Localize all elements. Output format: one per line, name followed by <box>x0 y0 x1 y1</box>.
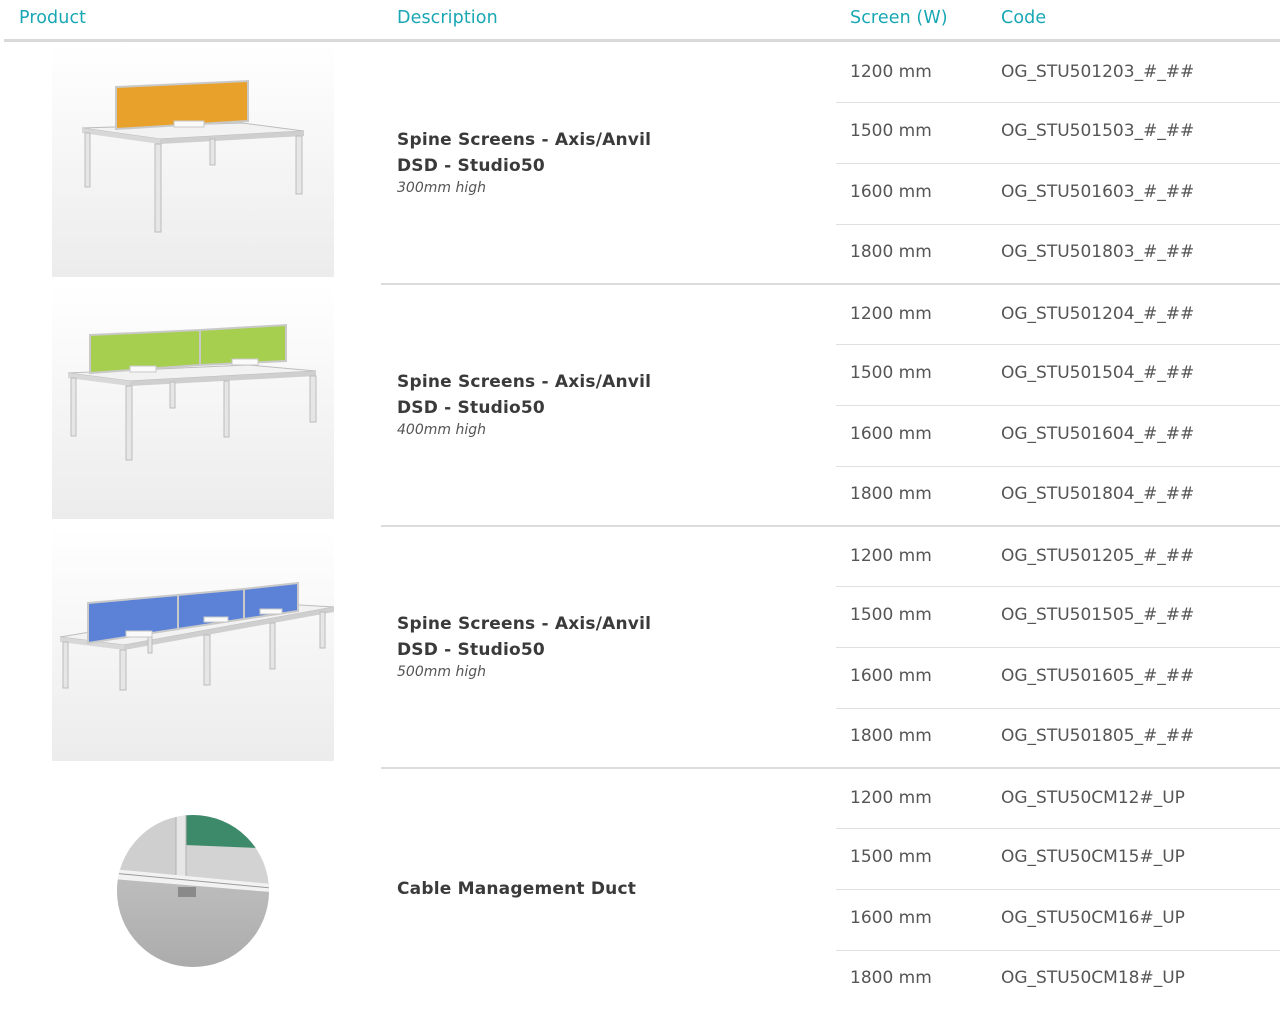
screen-width-cell: 1800 mm <box>850 484 932 504</box>
table-row: 1200 mm OG_STU501205_#_## <box>836 528 1280 588</box>
product-title-line1: Spine Screens - Axis/Anvil <box>397 372 652 392</box>
header-description: Description <box>397 8 498 28</box>
table-row: 1500 mm OG_STU50CM15#_UP <box>836 829 1280 889</box>
table-row: 1600 mm OG_STU501603_#_## <box>836 164 1280 224</box>
cable-duct-closeup-image <box>52 769 334 1003</box>
product-description: Spine Screens - Axis/Anvil DSD - Studio5… <box>397 369 817 439</box>
table-row: 1500 mm OG_STU501504_#_## <box>836 345 1280 405</box>
table-header: Product Description Screen (W) Code <box>0 0 1280 40</box>
table-row: 1600 mm OG_STU501604_#_## <box>836 406 1280 466</box>
screen-width-cell: 1800 mm <box>850 242 932 262</box>
code-cell: OG_STU501503_#_## <box>1001 121 1195 141</box>
header-code: Code <box>1001 8 1047 28</box>
product-description: Cable Management Duct <box>397 876 817 902</box>
code-cell: OG_STU501603_#_## <box>1001 182 1195 202</box>
code-cell: OG_STU501804_#_## <box>1001 484 1195 504</box>
product-title-line2: DSD - Studio50 <box>397 640 545 660</box>
table-row: 1500 mm OG_STU501503_#_## <box>836 103 1280 163</box>
table-row: 1800 mm OG_STU50CM18#_UP <box>836 950 1280 1010</box>
screen-width-cell: 1600 mm <box>850 424 932 444</box>
code-cell: OG_STU501504_#_## <box>1001 363 1195 383</box>
screen-width-cell: 1200 mm <box>850 546 932 566</box>
screen-width-cell: 1500 mm <box>850 121 932 141</box>
code-cell: OG_STU50CM16#_UP <box>1001 908 1185 928</box>
product-group: Spine Screens - Axis/Anvil DSD - Studio5… <box>0 527 1280 769</box>
code-cell: OG_STU501803_#_## <box>1001 242 1195 262</box>
screen-width-cell: 1500 mm <box>850 847 932 867</box>
product-description: Spine Screens - Axis/Anvil DSD - Studio5… <box>397 611 817 681</box>
screen-width-cell: 1500 mm <box>850 363 932 383</box>
product-description: Spine Screens - Axis/Anvil DSD - Studio5… <box>397 127 817 197</box>
product-height: 300mm high <box>397 180 486 196</box>
product-height: 400mm high <box>397 422 486 438</box>
desk-blue-screen-image <box>52 527 334 761</box>
screen-width-cell: 1600 mm <box>850 666 932 686</box>
code-cell: OG_STU501805_#_## <box>1001 726 1195 746</box>
header-divider <box>4 39 1280 42</box>
table-row: 1500 mm OG_STU501505_#_## <box>836 587 1280 647</box>
table-row: 1600 mm OG_STU50CM16#_UP <box>836 890 1280 950</box>
product-height: 500mm high <box>397 664 486 680</box>
code-cell: OG_STU501604_#_## <box>1001 424 1195 444</box>
table-row: 1800 mm OG_STU501805_#_## <box>836 708 1280 768</box>
code-cell: OG_STU501505_#_## <box>1001 605 1195 625</box>
table-row: 1200 mm OG_STU501203_#_## <box>836 44 1280 104</box>
code-cell: OG_STU501605_#_## <box>1001 666 1195 686</box>
table-row: 1200 mm OG_STU501204_#_## <box>836 286 1280 346</box>
screen-width-cell: 1800 mm <box>850 726 932 746</box>
screen-width-cell: 1500 mm <box>850 605 932 625</box>
table-row: 1800 mm OG_STU501804_#_## <box>836 466 1280 526</box>
product-title-line1: Spine Screens - Axis/Anvil <box>397 614 652 634</box>
screen-width-cell: 1800 mm <box>850 968 932 988</box>
code-cell: OG_STU501205_#_## <box>1001 546 1195 566</box>
screen-width-cell: 1200 mm <box>850 788 932 808</box>
desk-orange-screen-image <box>52 43 334 277</box>
screen-width-cell: 1200 mm <box>850 62 932 82</box>
product-title-line2: DSD - Studio50 <box>397 156 545 176</box>
table-row: 1600 mm OG_STU501605_#_## <box>836 648 1280 708</box>
table-row: 1800 mm OG_STU501803_#_## <box>836 224 1280 284</box>
code-cell: OG_STU501203_#_## <box>1001 62 1195 82</box>
code-cell: OG_STU50CM12#_UP <box>1001 788 1185 808</box>
product-title-line1: Spine Screens - Axis/Anvil <box>397 130 652 150</box>
product-group: Spine Screens - Axis/Anvil DSD - Studio5… <box>0 43 1280 285</box>
screen-width-cell: 1600 mm <box>850 182 932 202</box>
header-product: Product <box>19 8 87 28</box>
product-group: Cable Management Duct 1200 mm OG_STU50CM… <box>0 769 1280 1003</box>
code-cell: OG_STU50CM18#_UP <box>1001 968 1185 988</box>
table-row: 1200 mm OG_STU50CM12#_UP <box>836 770 1280 830</box>
product-group: Spine Screens - Axis/Anvil DSD - Studio5… <box>0 285 1280 527</box>
code-cell: OG_STU501204_#_## <box>1001 304 1195 324</box>
screen-width-cell: 1600 mm <box>850 908 932 928</box>
code-cell: OG_STU50CM15#_UP <box>1001 847 1185 867</box>
screen-width-cell: 1200 mm <box>850 304 932 324</box>
product-title-line2: DSD - Studio50 <box>397 398 545 418</box>
desk-green-screen-image <box>52 285 334 519</box>
header-screen-width: Screen (W) <box>850 8 948 28</box>
product-title-line1: Cable Management Duct <box>397 879 637 899</box>
